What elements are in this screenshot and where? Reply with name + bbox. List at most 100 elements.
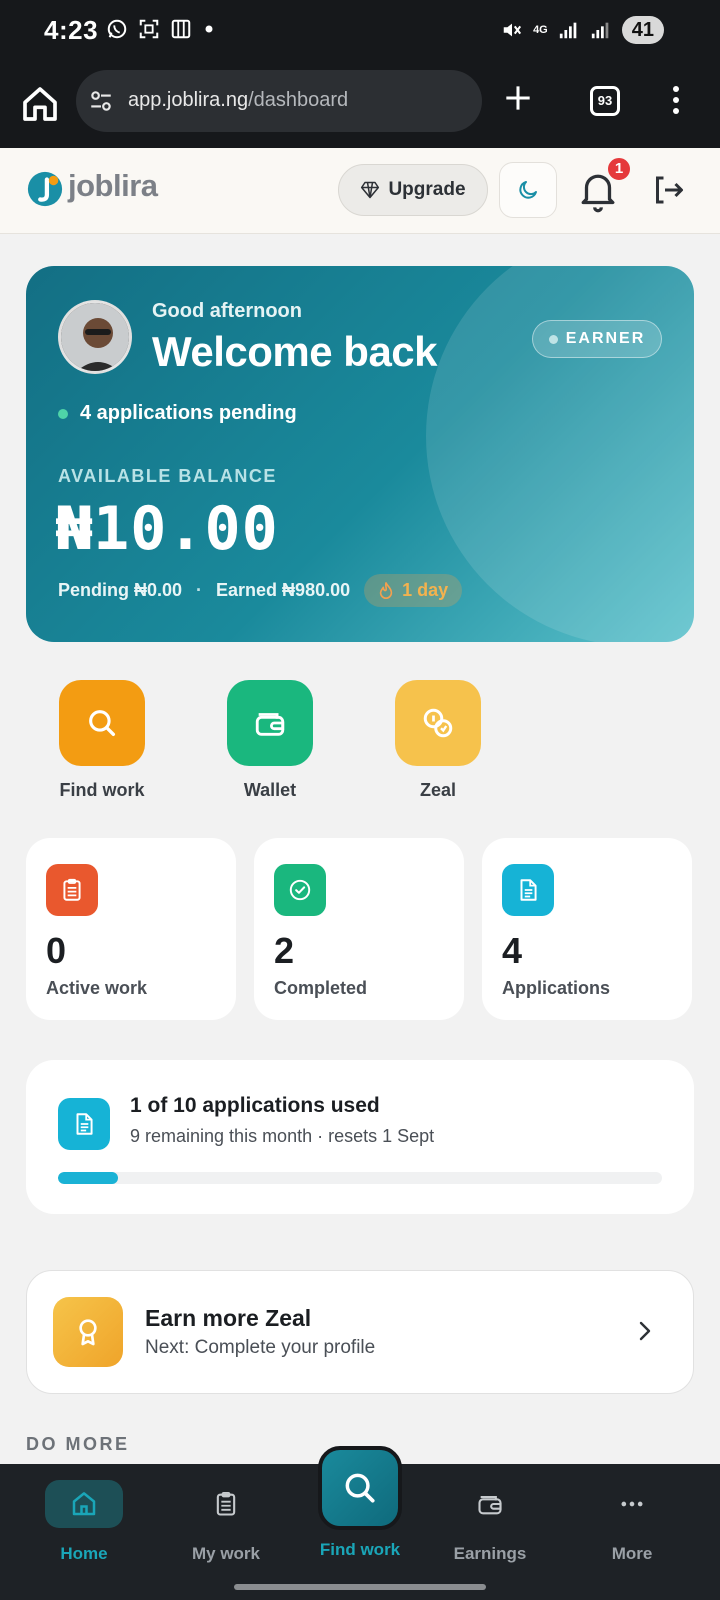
quick-action-label: Wallet [243,780,297,800]
stat-value: 0 [46,930,67,971]
joblira-logo-icon[interactable] [26,170,64,208]
applications-badge [502,864,554,916]
stat-label: Applications [502,978,611,998]
quick-action-wallet[interactable]: Wallet [210,680,330,801]
nav-home-icon-wrap [45,1480,123,1528]
wallet-icon [255,713,285,736]
usage-progress-fill [58,1172,119,1184]
stat-card-completed[interactable]: 2 Completed [254,838,464,1020]
document-icon [76,1113,93,1135]
nav-label: My work [191,1544,261,1563]
stat-value: 4 [502,930,523,971]
notification-badge: 1 [606,156,632,182]
active-work-badge [46,864,98,916]
pending-applications[interactable]: 4 applications pending [58,402,297,425]
upgrade-button[interactable]: Upgrade [338,164,488,216]
status-system-icons: 4G 41 [501,16,664,44]
search-icon [345,1473,375,1503]
chevron-right-icon [639,1321,651,1341]
nav-label: Earnings [453,1544,527,1563]
zeal-subtitle: Next: Complete your profile [145,1337,376,1358]
nav-home[interactable]: Home [24,1480,144,1564]
whatsapp-icon [107,19,127,39]
award-icon [79,1319,97,1346]
usage-subtitle: 9 remaining this month · resets 1 Sept [130,1126,435,1146]
role-badge-label: EARNER [565,330,646,347]
nav-my-work[interactable]: My work [166,1480,286,1564]
nav-earnings-icon-wrap [451,1480,529,1528]
dot-icon [205,25,213,33]
earn-zeal-card[interactable]: Earn more Zeal Next: Complete your profi… [26,1270,694,1394]
document-icon [520,879,537,901]
separator: · [196,580,203,600]
nav-label: Home [60,1544,108,1563]
nav-more[interactable]: More [572,1480,692,1564]
more-dots-icon [621,1501,643,1507]
piano-icon [171,19,191,39]
quick-action-label: Find work [59,780,145,800]
mute-icon [503,23,522,37]
welcome-balance-card: Good afternoon Welcome back EARNER 4 app… [26,266,694,642]
find-work-tile[interactable] [59,680,145,766]
logout-icon[interactable] [650,172,686,208]
url-path: /dashboard [248,89,349,111]
diamond-icon [361,181,380,199]
stat-label: Active work [46,978,148,998]
applications-usage-card[interactable]: 1 of 10 applications used 9 remaining th… [26,1060,694,1214]
avatar-photo [61,303,129,371]
new-tab-icon[interactable] [504,84,532,112]
quick-action-zeal[interactable]: Zeal [378,680,498,801]
wallet-tile[interactable] [227,680,313,766]
battery-level: 41 [621,16,664,44]
balance-value: ₦10.00 [56,494,279,564]
avatar[interactable] [58,300,132,374]
find-work-fab-label[interactable]: Find work [300,1540,420,1560]
streak-label: 1 day [402,580,449,600]
zeal-tile[interactable] [395,680,481,766]
quick-action-find-work[interactable]: Find work [42,680,162,801]
browser-toolbar: app.joblira.ng/dashboard 93 [0,62,720,148]
usage-title: 1 of 10 applications used [130,1094,380,1117]
address-bar[interactable]: app.joblira.ng/dashboard [76,70,482,132]
moon-icon [519,181,537,199]
pending-applications-text: 4 applications pending [80,402,297,424]
stat-card-active-work[interactable]: 0 Active work [26,838,236,1020]
streak-badge[interactable]: 1 day [364,574,463,607]
status-dot-icon [58,408,68,419]
role-badge: EARNER [532,320,662,358]
clipboard-icon [216,1491,236,1516]
home-icon [72,1492,96,1516]
signal-icon-2 [591,22,609,39]
signal-icon [559,22,577,39]
earned-amount: Earned ₦980.00 [216,580,351,600]
greeting-text: Good afternoon [152,300,302,322]
stat-card-applications[interactable]: 4 Applications [482,838,692,1020]
home-indicator[interactable] [234,1584,486,1590]
url-text[interactable]: app.joblira.ng/dashboard [128,89,348,112]
status-notification-icons [106,18,216,40]
status-bar: 4:23 4G 41 [0,0,720,62]
role-dot-icon [548,334,558,344]
balance-summary: Pending ₦0.00 · Earned ₦980.00 1 day [58,574,463,607]
nav-earnings[interactable]: Earnings [430,1480,550,1564]
nav-my-work-icon-wrap [187,1480,265,1528]
stat-label: Completed [274,978,368,998]
find-work-fab[interactable] [318,1446,402,1530]
flame-icon [379,581,393,599]
coins-icon [423,708,453,738]
usage-progress-bar [58,1172,662,1184]
theme-toggle-button[interactable] [499,162,557,218]
nav-more-icon-wrap [593,1480,671,1528]
browser-home-icon[interactable] [20,84,60,124]
browser-menu-icon[interactable] [670,84,682,116]
upgrade-label: Upgrade [388,179,466,200]
site-settings-icon[interactable] [88,88,114,114]
stat-value: 2 [274,930,295,971]
logo-text[interactable]: joblira [68,168,158,204]
url-host: app.joblira.ng [128,89,249,111]
balance-label: AVAILABLE BALANCE [58,466,277,486]
zeal-title: Earn more Zeal [145,1305,312,1331]
clipboard-icon [63,878,81,901]
tab-switcher-button[interactable]: 93 [590,86,620,116]
wallet-icon [478,1495,502,1515]
